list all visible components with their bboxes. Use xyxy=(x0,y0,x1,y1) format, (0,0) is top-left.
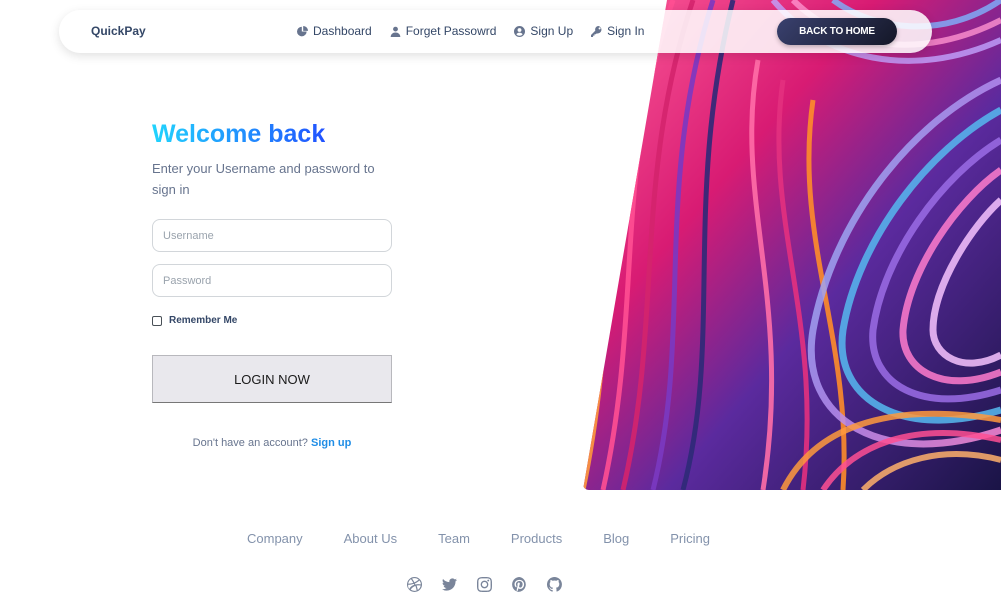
username-input[interactable] xyxy=(152,219,392,252)
remember-me-checkbox[interactable] xyxy=(152,315,162,326)
brand-logo[interactable]: QuickPay xyxy=(91,24,146,38)
nav-link-sign-up[interactable]: Sign Up xyxy=(514,24,573,38)
nav-links: Dashboard Forget Passowrd Sign Up Sign I… xyxy=(297,24,644,38)
social-links xyxy=(407,577,562,592)
nav-link-label: Forget Passowrd xyxy=(405,24,497,38)
instagram-icon[interactable] xyxy=(477,577,492,592)
remember-me-label[interactable]: Remember Me xyxy=(169,315,237,326)
user-circle-icon xyxy=(514,25,526,37)
dribbble-icon[interactable] xyxy=(407,577,422,592)
page-title: Welcome back xyxy=(152,120,326,148)
login-subtitle: Enter your Username and password to sign… xyxy=(152,161,375,197)
user-icon xyxy=(390,26,401,37)
footer-link-team[interactable]: Team xyxy=(438,531,470,546)
nav-link-label: Sign In xyxy=(607,24,645,38)
back-to-home-button[interactable]: BACK TO HOME xyxy=(777,18,897,45)
nav-link-label: Dashboard xyxy=(313,24,372,38)
footer-link-blog[interactable]: Blog xyxy=(603,531,629,546)
remember-me: Remember Me xyxy=(152,315,237,326)
nav-link-label: Sign Up xyxy=(530,24,574,38)
pie-chart-icon xyxy=(297,25,308,36)
navbar: QuickPay Dashboard Forget Passowrd Sign … xyxy=(59,10,932,53)
key-icon xyxy=(591,25,602,37)
pinterest-icon[interactable] xyxy=(512,577,527,592)
nav-link-sign-in[interactable]: Sign In xyxy=(591,24,644,38)
login-button[interactable]: LOGIN NOW xyxy=(152,355,392,403)
nav-link-forget-password[interactable]: Forget Passowrd xyxy=(390,24,497,38)
password-input[interactable] xyxy=(152,264,392,297)
footer-link-company[interactable]: Company xyxy=(247,531,303,546)
nav-link-dashboard[interactable]: Dashboard xyxy=(297,24,372,38)
signup-link[interactable]: Sign up xyxy=(311,437,351,449)
decorative-artwork xyxy=(583,0,1001,490)
github-icon[interactable] xyxy=(546,577,562,592)
signup-prompt: Don't have an account? Sign up xyxy=(152,437,392,449)
footer-link-pricing[interactable]: Pricing xyxy=(670,531,710,546)
twitter-icon[interactable] xyxy=(442,577,457,592)
signup-prompt-text: Don't have an account? xyxy=(192,437,308,449)
footer-link-about-us[interactable]: About Us xyxy=(344,531,397,546)
footer-link-products[interactable]: Products xyxy=(511,531,562,546)
footer-links: Company About Us Team Products Blog Pric… xyxy=(247,531,710,546)
